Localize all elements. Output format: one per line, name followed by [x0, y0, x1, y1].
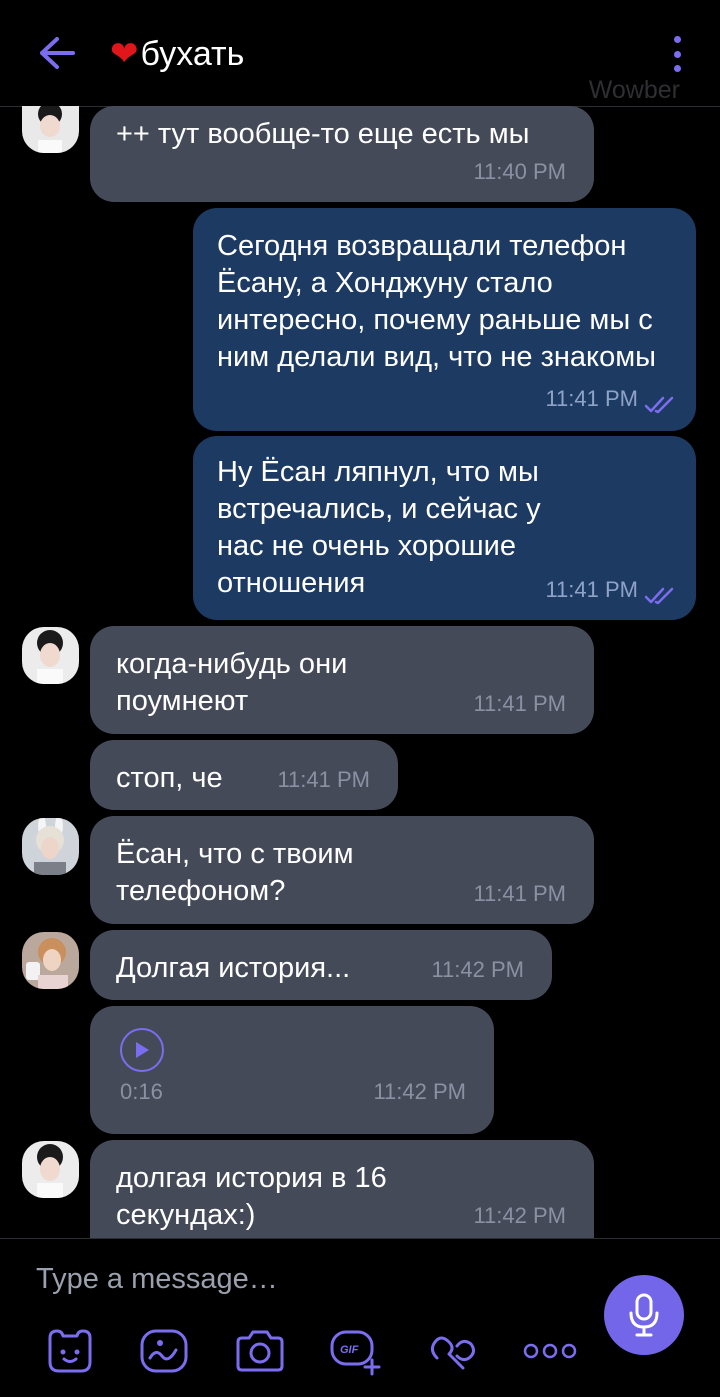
message-bubble[interactable]: ++ тут вообще-то еще есть мы 11:40 PM — [90, 106, 594, 202]
svg-text:GIF: GIF — [340, 1344, 359, 1356]
message-bubble[interactable]: Ну Ёсан ляпнул, что мы встречались, и се… — [193, 436, 696, 620]
chat-title[interactable]: ❤ бухать — [110, 30, 244, 78]
heart-icon: ❤ — [110, 35, 139, 73]
avatar[interactable] — [22, 627, 79, 684]
voice-duration: 0:16 — [120, 1079, 163, 1104]
back-arrow-icon[interactable] — [32, 28, 82, 78]
message-time: 11:42 PM — [431, 957, 524, 982]
message-composer: GIF — [0, 1238, 720, 1397]
message-time: 11:42 PM — [473, 1203, 566, 1228]
message-bubble[interactable]: Ёсан, что с твоим телефоном? 11:41 PM — [90, 816, 594, 924]
message-time: 11:42 PM — [373, 1079, 466, 1104]
read-receipt-icon — [644, 587, 674, 605]
message-time: 11:41 PM — [545, 386, 638, 411]
avatar[interactable] — [22, 932, 79, 989]
message-text: долгая история в 16 секундах:) — [116, 1162, 387, 1231]
message-bubble[interactable]: Долгая история... 11:42 PM — [90, 930, 552, 1000]
sticker-icon[interactable] — [42, 1325, 98, 1377]
watermark: Wowber — [588, 76, 680, 104]
message-text: Ёсан, что с твоим телефоном? — [116, 838, 354, 907]
camera-icon[interactable] — [232, 1325, 288, 1377]
message-text: Ну Ёсан ляпнул, что мы встречались, и се… — [217, 456, 541, 599]
doodle-icon[interactable] — [136, 1325, 192, 1377]
avatar[interactable] — [22, 106, 79, 153]
chat-extensions-icon[interactable] — [426, 1325, 482, 1377]
microphone-button[interactable] — [604, 1275, 684, 1355]
play-button[interactable] — [120, 1028, 164, 1072]
play-icon — [136, 1042, 149, 1058]
message-time: 11:41 PM — [277, 767, 370, 792]
chat-title-text: бухать — [140, 34, 245, 73]
message-bubble[interactable]: долгая история в 16 секундах:) 11:42 PM — [90, 1140, 594, 1238]
message-time: 11:41 PM — [473, 691, 566, 716]
message-text: когда-нибудь они поумнеют — [116, 648, 348, 717]
message-time: 11:41 PM — [545, 577, 638, 602]
message-text: ++ тут вообще-то еще есть мы — [116, 118, 530, 150]
chat-header: ❤ бухать Wowber — [0, 0, 720, 107]
avatar[interactable] — [22, 818, 79, 875]
gif-icon[interactable]: GIF — [328, 1325, 384, 1377]
voice-message-bubble[interactable]: 0:16 11:42 PM — [90, 1006, 494, 1134]
avatar[interactable] — [22, 1141, 79, 1198]
message-bubble[interactable]: Сегодня возвращали телефон Ёсану, а Хонд… — [193, 208, 696, 431]
microphone-icon — [629, 1293, 659, 1337]
message-bubble[interactable]: стоп, че 11:41 PM — [90, 740, 398, 810]
message-text: Сегодня возвращали телефон Ёсану, а Хонд… — [217, 230, 656, 373]
read-receipt-icon — [644, 396, 674, 414]
message-input[interactable] — [36, 1259, 556, 1299]
kebab-menu-icon[interactable] — [660, 30, 694, 78]
message-bubble[interactable]: когда-нибудь они поумнеют 11:41 PM — [90, 626, 594, 734]
message-time: 11:40 PM — [473, 159, 566, 184]
message-time: 11:41 PM — [473, 881, 566, 906]
more-icon[interactable] — [522, 1325, 578, 1377]
